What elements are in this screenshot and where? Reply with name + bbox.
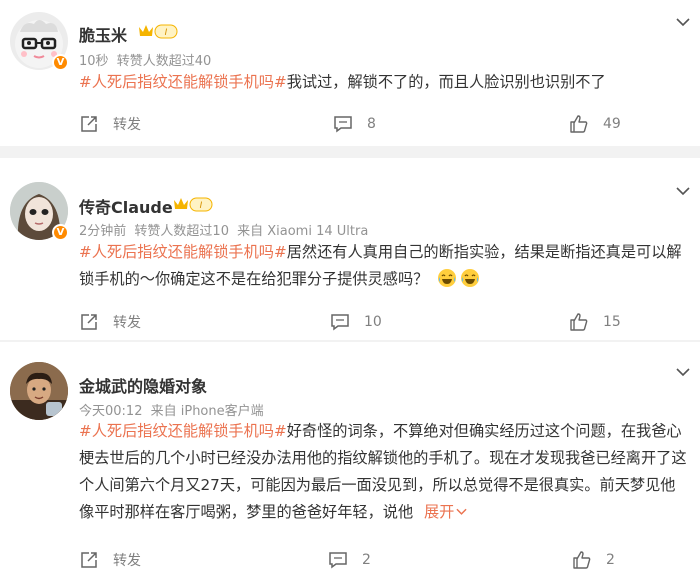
thumbs-up-icon [570, 313, 588, 331]
topic-hashtag-link[interactable]: #人死后指纹还能解锁手机吗# [79, 422, 287, 440]
action-bar: 转发 2 2 [79, 548, 679, 572]
comment-button[interactable]: 2 [328, 548, 371, 572]
username[interactable]: 金城武的隐婚对象 [79, 373, 207, 397]
post-content: #人死后指纹还能解锁手机吗#好奇怪的词条，不算绝对但确实经历过这个问题，在我爸心… [79, 418, 687, 526]
comment-count: 8 [367, 116, 376, 132]
vip-level-badge-icon: I [172, 195, 214, 213]
section-divider [0, 146, 700, 158]
chevron-down-icon[interactable] [676, 12, 690, 27]
verified-badge-icon: V [52, 54, 69, 71]
person-photo-avatar-image [10, 362, 68, 420]
comment-card: V 脆玉米 I 10秒 转赞人数超过40 #人死后指纹还能解锁手机吗#我试过，解… [0, 0, 700, 146]
repost-icon [81, 314, 97, 330]
avatar[interactable] [10, 362, 68, 420]
topic-hashtag-link[interactable]: #人死后指纹还能解锁手机吗# [79, 243, 287, 261]
thumbs-up-icon [573, 551, 591, 569]
like-button[interactable]: 49 [569, 112, 621, 136]
vip-level-badge-icon: I [137, 22, 179, 40]
verified-badge-icon: V [52, 224, 69, 241]
repost-count-note: 转赞人数超过40 [116, 54, 212, 69]
comment-icon [329, 552, 347, 569]
post-body: 我试过，解锁不了的，而且人脸识别也识别不了 [286, 73, 606, 91]
comment-button[interactable]: 8 [333, 112, 376, 136]
expand-label: 展开 [423, 503, 455, 521]
repost-icon [81, 552, 97, 568]
post-time: 2分钟前 [79, 224, 127, 239]
repost-button[interactable]: 转发 [79, 548, 141, 572]
post-meta: 今天00:12 来自 iPhone客户端 [79, 400, 268, 419]
repost-label: 转发 [113, 553, 141, 569]
level-number: I [165, 28, 168, 38]
like-button[interactable]: 2 [572, 548, 615, 572]
repost-button[interactable]: 转发 [79, 112, 141, 136]
like-count: 49 [603, 116, 621, 132]
comment-icon [334, 116, 352, 133]
post-meta: 10秒 转赞人数超过40 [79, 50, 215, 69]
action-bar: 转发 8 49 [79, 112, 679, 136]
post-meta: 2分钟前 转赞人数超过10 来自 Xiaomi 14 Ultra [79, 220, 372, 239]
username[interactable]: 传奇Claude [79, 194, 173, 218]
like-button[interactable]: 15 [569, 310, 621, 334]
level-number: I [200, 201, 203, 211]
post-content: #人死后指纹还能解锁手机吗#我试过，解锁不了的，而且人脸识别也识别不了 [79, 69, 687, 96]
comment-count: 2 [362, 552, 371, 568]
repost-label: 转发 [113, 117, 141, 133]
comment-icon [331, 314, 349, 331]
post-time: 今天00:12 [79, 404, 143, 419]
like-count: 2 [606, 552, 615, 568]
post-time: 10秒 [79, 54, 109, 69]
post-source: 来自 iPhone客户端 [150, 404, 264, 419]
repost-button[interactable]: 转发 [79, 310, 141, 334]
comment-card: 金城武的隐婚对象 今天00:12 来自 iPhone客户端 #人死后指纹还能解锁… [0, 342, 700, 586]
comment-button[interactable]: 10 [330, 310, 382, 334]
repost-label: 转发 [113, 315, 141, 331]
comment-card: V 传奇Claude I 2分钟前 转赞人数超过10 来自 Xiaomi 14 … [0, 158, 700, 340]
username[interactable]: 脆玉米 [79, 22, 127, 46]
topic-hashtag-link[interactable]: #人死后指纹还能解锁手机吗# [79, 73, 287, 91]
action-bar: 转发 10 15 [79, 310, 679, 334]
chevron-down-icon [456, 508, 467, 515]
chevron-down-icon[interactable] [676, 181, 690, 196]
laughing-crying-emoji-icon [437, 268, 457, 297]
chevron-down-icon[interactable] [676, 362, 690, 377]
repost-count-note: 转赞人数超过10 [134, 224, 229, 239]
post-source: 来自 Xiaomi 14 Ultra [237, 224, 369, 239]
like-count: 15 [603, 314, 621, 330]
comment-count: 10 [364, 314, 382, 330]
repost-icon [81, 116, 97, 132]
post-content: #人死后指纹还能解锁手机吗#居然还有人真用自己的断指实验，结果是断指还真是可以解… [79, 239, 687, 297]
thumbs-up-icon [570, 115, 588, 133]
laughing-crying-emoji-icon [460, 268, 480, 297]
expand-link[interactable]: 展开 [424, 503, 467, 521]
